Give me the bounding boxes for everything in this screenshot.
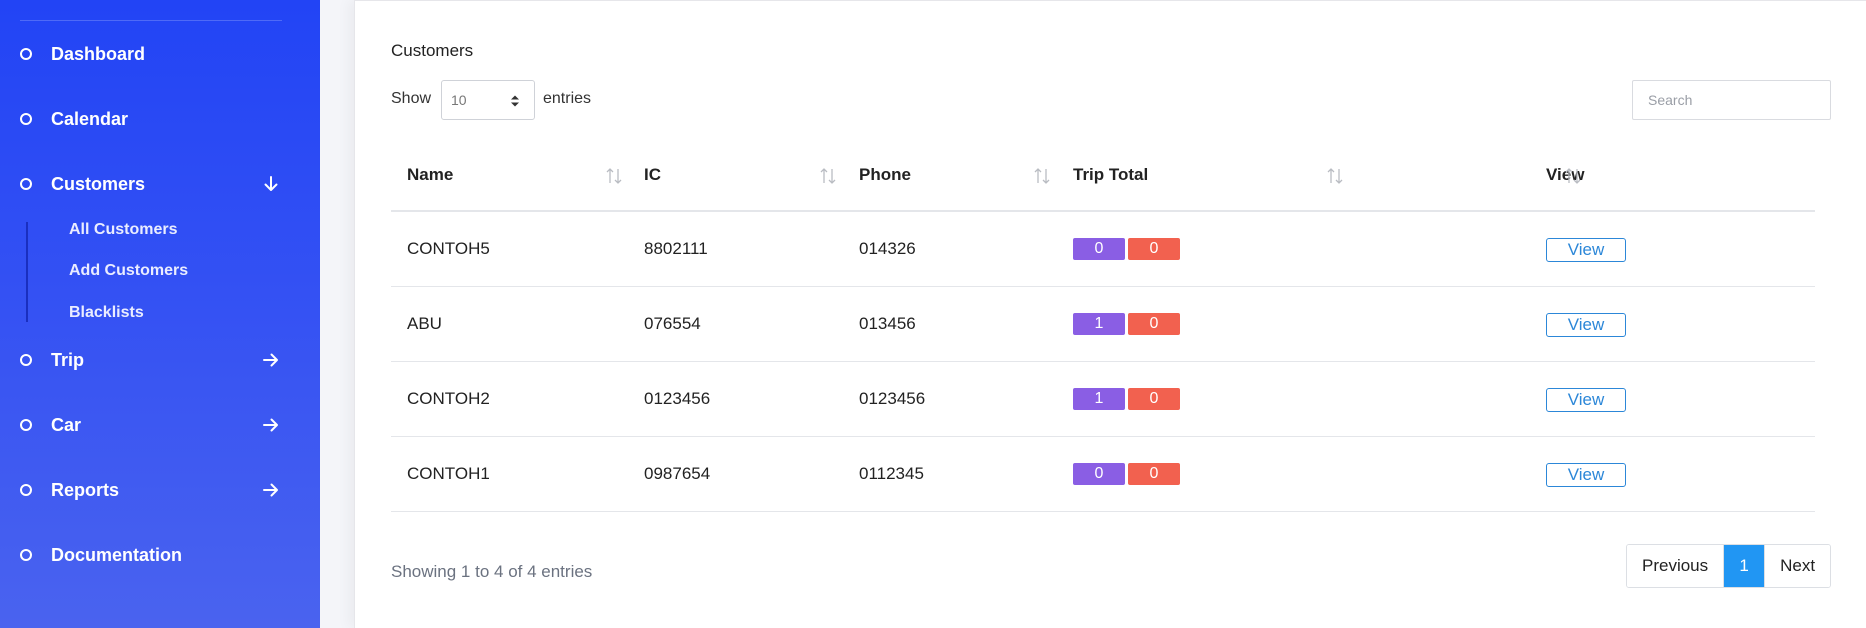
arrow-right-icon [263,353,278,367]
cell-phone: 013456 [859,314,916,333]
circle-bullet-icon [20,113,32,125]
page-length-select[interactable]: 10 [441,80,535,120]
circle-bullet-icon [20,178,32,190]
trip-count-badge: 0 [1128,388,1180,410]
trip-count-badge: 1 [1073,388,1125,410]
sidebar-item-label: Trip [51,349,85,370]
arrow-down-icon [264,176,278,191]
sidebar: Dashboard Calendar Customers All Custome… [0,0,320,628]
trip-count-badge: 0 [1128,463,1180,485]
cell-name: CONTOH1 [407,464,490,483]
arrow-right-icon [263,483,278,497]
trip-count-badge: 0 [1128,238,1180,260]
column-header-ic[interactable]: IC [644,165,661,185]
cell-ic: 8802111 [644,239,708,258]
pagination: Previous 1 Next [1626,544,1832,588]
submenu-guide-line [26,222,28,322]
sidebar-item-label: Customers [51,173,146,194]
customers-card: Customers Show 10 entries Name IC Phone … [354,0,1866,628]
sidebar-item-customers[interactable]: Customers [0,164,320,204]
cell-name: CONTOH2 [407,389,490,408]
cell-ic: 076554 [644,314,701,333]
column-header-trip-total[interactable]: Trip Total [1073,165,1148,185]
previous-page-button[interactable]: Previous [1627,545,1724,587]
view-button[interactable]: View [1546,388,1626,412]
table-row: CONTOH2 0123456 0123456 1 0 View [391,362,1815,437]
table-header-row: Name IC Phone Trip Total View [391,146,1815,212]
submenu-item-blacklists[interactable]: Blacklists [69,304,144,322]
sort-icon[interactable] [1033,166,1051,186]
trip-count-badge: 0 [1128,313,1180,335]
cell-ic: 0123456 [644,389,711,408]
sidebar-item-calendar[interactable]: Calendar [0,99,320,139]
cell-phone: 0123456 [859,389,926,408]
show-label: Show [391,90,432,107]
view-button[interactable]: View [1546,313,1626,337]
submenu-item-add-customers[interactable]: Add Customers [69,262,188,280]
sidebar-item-label: Dashboard [51,43,146,64]
arrow-right-icon [263,418,278,432]
table-info-text: Showing 1 to 4 of 4 entries [391,562,593,581]
trip-count-badge: 0 [1073,238,1125,260]
sidebar-item-label: Calendar [51,108,129,129]
circle-bullet-icon [20,48,32,60]
sort-icon[interactable] [1326,166,1344,186]
sidebar-item-dashboard[interactable]: Dashboard [0,34,320,74]
sidebar-item-car[interactable]: Car [0,405,320,445]
sidebar-item-trip[interactable]: Trip [0,340,320,380]
table-row: CONTOH1 0987654 0112345 0 0 View [391,437,1815,512]
sort-icon[interactable] [1564,166,1582,186]
sidebar-item-label: Documentation [51,544,183,565]
circle-bullet-icon [20,354,32,366]
circle-bullet-icon [20,484,32,496]
cell-name: CONTOH5 [407,239,490,258]
trip-count-badge: 0 [1073,463,1125,485]
circle-bullet-icon [20,419,32,431]
sort-icon[interactable] [605,166,623,186]
page-1-button[interactable]: 1 [1723,545,1765,587]
customers-table: Name IC Phone Trip Total View CONTOH5 88… [391,146,1815,512]
table-row: ABU 076554 013456 1 0 View [391,287,1815,362]
cell-ic: 0987654 [644,464,711,483]
sidebar-item-label: Car [51,414,82,435]
sidebar-item-label: Reports [51,479,120,500]
sort-icon[interactable] [819,166,837,186]
cell-name: ABU [407,314,442,333]
sort-caret-icon [511,95,519,107]
sidebar-item-documentation[interactable]: Documentation [0,535,320,575]
entries-label: entries [543,90,592,107]
page-length-value: 10 [451,92,467,108]
circle-bullet-icon [20,549,32,561]
page-title: Customers [391,41,474,60]
sidebar-divider [20,20,282,21]
table-row: CONTOH5 8802111 014326 0 0 View [391,212,1815,287]
cell-phone: 0112345 [859,464,924,483]
submenu-item-all-customers[interactable]: All Customers [69,221,177,239]
search-input[interactable] [1632,80,1831,120]
cell-phone: 014326 [859,239,916,258]
sidebar-item-reports[interactable]: Reports [0,470,320,510]
view-button[interactable]: View [1546,463,1626,487]
column-header-name[interactable]: Name [407,165,453,185]
column-header-phone[interactable]: Phone [859,165,911,185]
view-button[interactable]: View [1546,238,1626,262]
next-page-button[interactable]: Next [1764,545,1831,587]
trip-count-badge: 1 [1073,313,1125,335]
